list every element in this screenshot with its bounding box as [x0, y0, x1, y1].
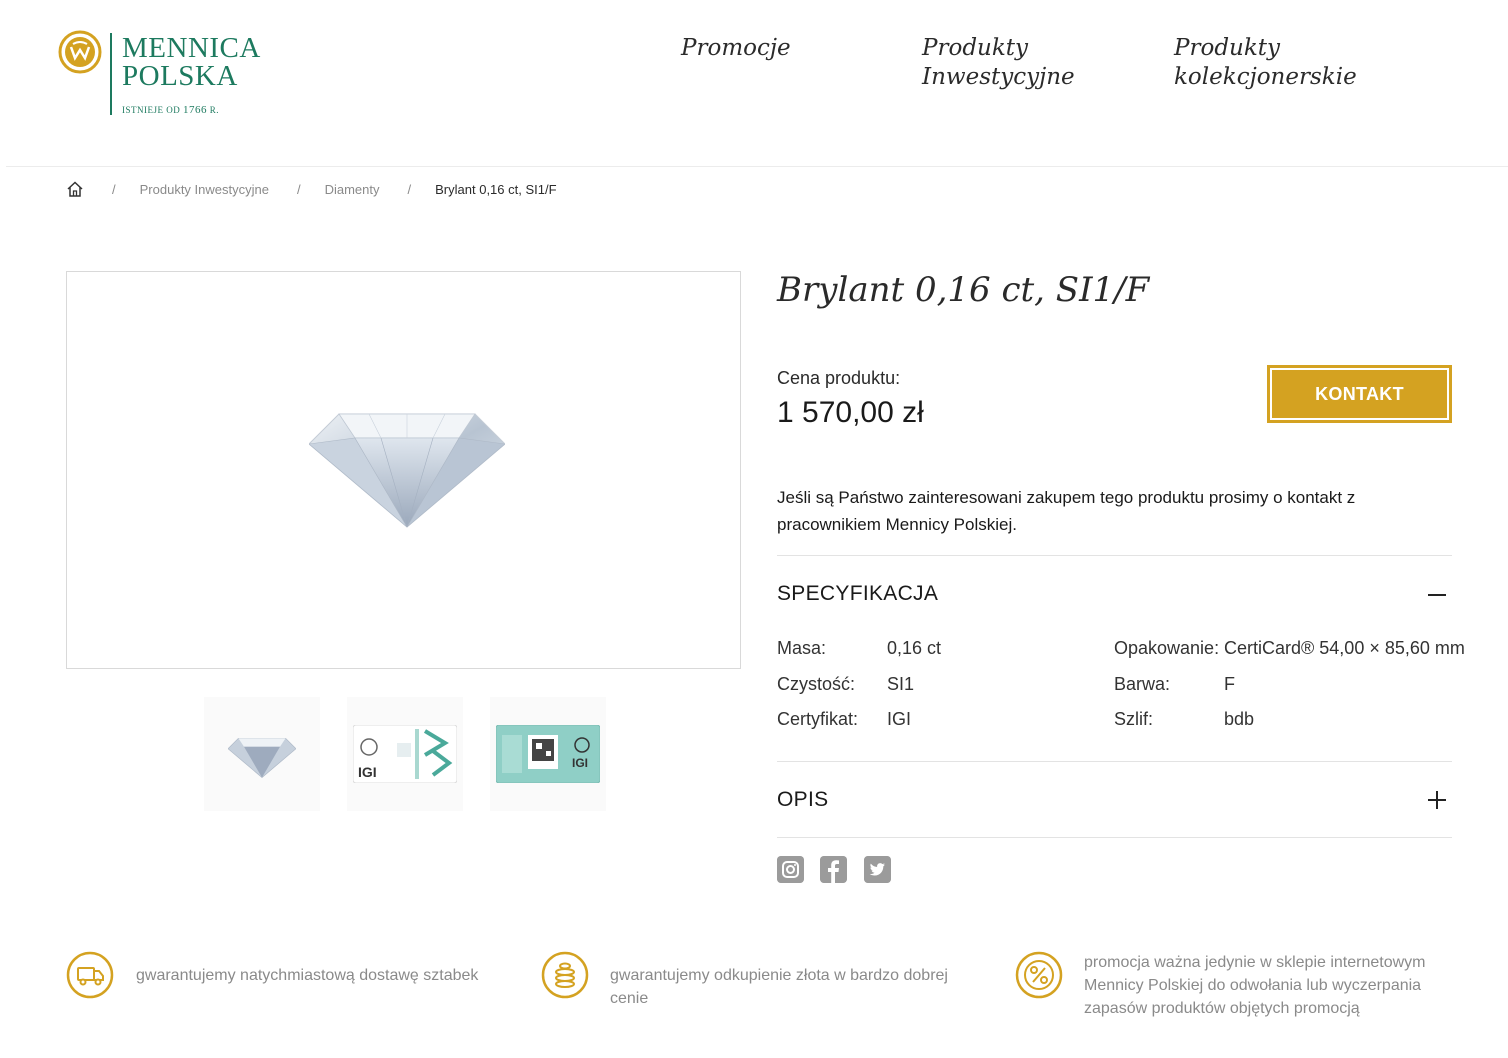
percent-icon: [1015, 951, 1063, 999]
breadcrumb-current: Brylant 0,16 ct, SI1/F: [435, 181, 557, 197]
spec-label-barwa: Barwa:: [1114, 674, 1171, 694]
thumbnail-strip: IGI IGI: [204, 697, 606, 811]
thumbnail-igi-card-back[interactable]: IGI: [490, 697, 606, 811]
delivery-truck-icon: [66, 951, 114, 999]
contact-button[interactable]: KONTAKT: [1267, 365, 1452, 423]
diamond-thumb-image: [228, 737, 296, 778]
nav-produkty-inwestycyjne[interactable]: Produkty Inwestycyjne: [922, 34, 1075, 92]
logo-tagline-prefix: ISTNIEJE OD: [122, 105, 181, 115]
thumbnail-igi-card-front[interactable]: IGI: [347, 697, 463, 811]
spec-value-czystosc: SI1: [887, 674, 915, 694]
specs-section-title[interactable]: SPECYFIKACJA: [777, 582, 938, 606]
expand-plus-icon[interactable]: [1426, 789, 1448, 811]
breadcrumb-item-produkty-inwestycyjne[interactable]: Produkty Inwestycyjne: [140, 182, 269, 197]
site-header: MENNICA POLSKA ISTNIEJE OD 1766 R. Promo…: [0, 0, 1508, 166]
coins-stack-icon: [541, 951, 589, 999]
spec-value-masa: 0,16 ct: [887, 638, 942, 658]
logo-tagline-year: 1766: [183, 104, 207, 116]
nav-promocje[interactable]: Promocje: [681, 34, 791, 63]
igi-card-front-image: IGI: [353, 725, 457, 783]
instagram-icon[interactable]: [777, 856, 804, 883]
contact-info-text: Jeśli są Państwo zainteresowani zakupem …: [777, 488, 1356, 534]
logo-divider: [110, 33, 112, 115]
mennica-emblem-icon: [58, 30, 102, 74]
twitter-icon[interactable]: [864, 856, 891, 883]
thumbnail-diamond[interactable]: [204, 697, 320, 811]
igi-card-back-image: IGI: [496, 725, 600, 783]
breadcrumb-separator: /: [296, 181, 301, 197]
collapse-minus-icon[interactable]: [1426, 584, 1448, 606]
spec-value-opakowanie: CertiCard® 54,00 × 85,60 mm: [1224, 638, 1465, 658]
logo-tagline-suffix: R.: [209, 105, 220, 115]
price-label: Cena produktu:: [777, 368, 901, 388]
nav-produkty-kolekcjonerskie[interactable]: Produkty kolekcjonerskie: [1174, 34, 1357, 92]
spec-value-szlif: bdb: [1224, 709, 1255, 729]
igi-label: IGI: [358, 764, 377, 780]
feature-text-delivery: gwarantujemy natychmiastową dostawę szta…: [136, 967, 479, 984]
diamond-image: [309, 413, 505, 528]
section-divider: [777, 555, 1452, 556]
logo-text-line2: POLSKA: [122, 60, 238, 92]
spec-value-certyfikat: IGI: [887, 709, 912, 729]
logo-tagline: ISTNIEJE OD 1766 R.: [122, 104, 219, 116]
spec-label-czystosc: Czystość:: [777, 674, 856, 694]
breadcrumb: / Produkty Inwestycyjne / Diamenty / Bry…: [66, 178, 557, 200]
spec-label-opakowanie: Opakowanie:: [1114, 638, 1220, 658]
section-divider: [777, 837, 1452, 838]
spec-value-barwa: F: [1224, 674, 1235, 694]
facebook-icon[interactable]: [820, 856, 847, 883]
mennica-polska-logo[interactable]: MENNICA POLSKA ISTNIEJE OD 1766 R.: [58, 30, 278, 120]
home-icon[interactable]: [66, 180, 84, 198]
breadcrumb-item-diamenty[interactable]: Diamenty: [325, 182, 380, 197]
section-divider: [777, 761, 1452, 762]
spec-label-masa: Masa:: [777, 638, 827, 658]
product-title: Brylant 0,16 ct, SI1/F: [777, 270, 1150, 310]
feature-text-promotion: promocja ważna jedynie w sklepie interne…: [1084, 954, 1426, 1017]
product-price: 1 570,00 zł: [777, 396, 924, 429]
spec-label-certyfikat: Certyfikat:: [777, 709, 859, 729]
feature-text-buyback: gwarantujemy odkupienie złota w bardzo d…: [610, 967, 948, 1007]
description-section-title[interactable]: OPIS: [777, 788, 828, 812]
breadcrumb-separator: /: [407, 181, 412, 197]
header-divider: [6, 166, 1508, 167]
product-main-image[interactable]: [66, 271, 741, 669]
igi-label: IGI: [572, 756, 588, 770]
spec-label-szlif: Szlif:: [1114, 709, 1154, 729]
breadcrumb-separator: /: [112, 181, 116, 197]
